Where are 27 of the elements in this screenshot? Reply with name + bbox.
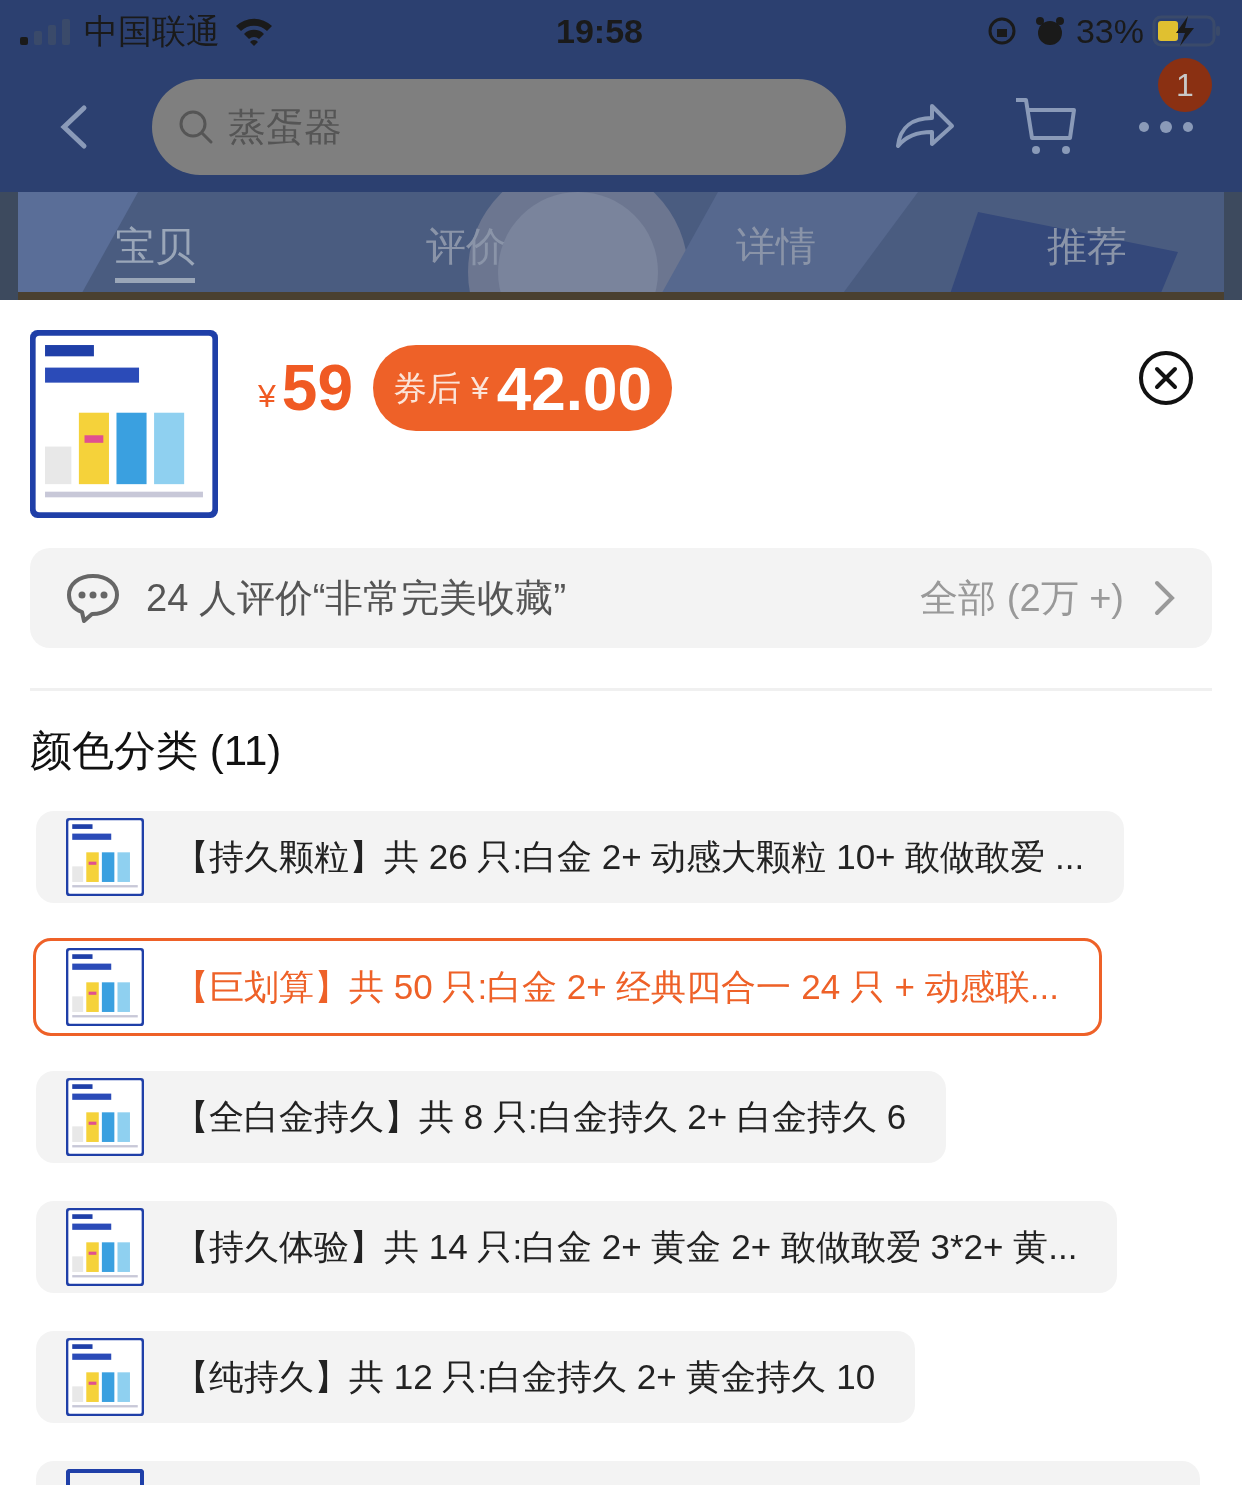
option-card[interactable]: 【持久体验】共 14 只:白金 2+ 黄金 2+ 敢做敢爱 3*2+ 黄... bbox=[36, 1201, 1118, 1293]
battery-percent: 33% bbox=[1075, 10, 1144, 52]
section-title: 颜色分类 (11) bbox=[30, 726, 283, 776]
review-bar[interactable]: 24 人评价“非常完美收藏” 全部 (2万 +) bbox=[30, 548, 1212, 648]
option-card[interactable]: 【纯持久】共 12 只:白金持久 2+ 黄金持久 10 bbox=[36, 1331, 916, 1423]
more-icon[interactable] bbox=[1138, 120, 1194, 134]
chevron-right-icon bbox=[1154, 580, 1176, 616]
all-reviews-link[interactable]: 全部 (2万 +) bbox=[920, 569, 1124, 627]
wifi-icon bbox=[234, 16, 274, 46]
search-icon bbox=[178, 109, 214, 145]
clock-time: 19:58 bbox=[556, 10, 643, 52]
coupon-price-badge: 券后 ¥42.00 bbox=[373, 345, 672, 431]
signal-icon bbox=[20, 17, 72, 45]
option-card[interactable]: 【全白金持久】共 8 只:白金持久 2+ 白金持久 6 bbox=[36, 1071, 947, 1163]
price: 59 bbox=[281, 351, 353, 426]
carrier-name: 中国联通 bbox=[84, 10, 220, 52]
review-summary: 24 人评价“非常完美收藏” bbox=[146, 575, 567, 621]
close-icon[interactable] bbox=[1138, 350, 1194, 406]
chat-bubble-icon bbox=[66, 573, 120, 623]
tab[interactable]: 评价 bbox=[425, 215, 506, 283]
option-card[interactable]: 【持久颗粒】共 26 只:白金 2+ 动感大颗粒 10+ 敢做敢爱 ... bbox=[36, 811, 1125, 903]
alarm-icon bbox=[1033, 15, 1066, 47]
option-card[interactable]: 【巨划算】共 50 只:白金 2+ 经典四合一 24 只 + 动感联... bbox=[33, 938, 1102, 1036]
tab[interactable]: 宝贝 bbox=[115, 215, 196, 283]
notification-badge: 1 bbox=[1158, 58, 1212, 112]
currency-symbol: ¥ bbox=[258, 377, 276, 416]
battery-icon bbox=[1152, 14, 1222, 48]
